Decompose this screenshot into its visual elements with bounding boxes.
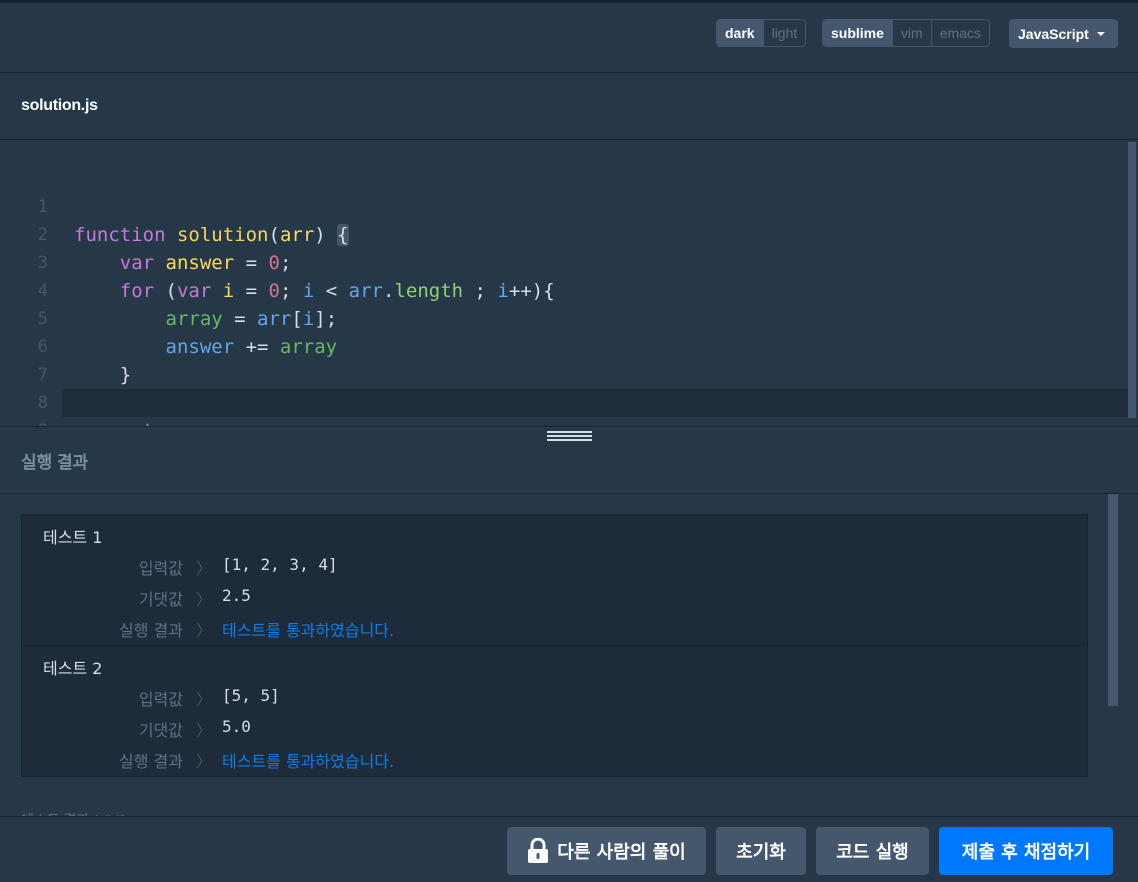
code-line: 5 answer += array [0, 277, 1128, 358]
input-label: 입력값 [138, 690, 183, 709]
test-title: 테스트 2 [43, 659, 103, 678]
file-tab-bar: solution.js [0, 72, 1138, 140]
theme-light-button[interactable]: light [763, 20, 806, 46]
test-title: 테스트 1 [43, 528, 103, 547]
results-header: 실행 결과 [0, 426, 1138, 494]
test-results-list: 테스트 1 입력값 〉 [1, 2, 3, 4] 기댓값 〉 2.5 실행 결과… [21, 514, 1088, 777]
others-solution-label: 다른 사람의 풀이 [557, 842, 686, 863]
others-solution-button[interactable]: 다른 사람의 풀이 [507, 827, 706, 875]
result-label: 실행 결과 [119, 752, 183, 771]
result-label: 실행 결과 [119, 621, 183, 640]
expected-label: 기댓값 [138, 590, 183, 609]
resize-handle-icon[interactable] [547, 431, 592, 443]
result-value: 테스트를 통과하였습니다. [222, 752, 395, 771]
input-label: 입력값 [138, 559, 183, 578]
code-editor[interactable]: 1 function solution(arr) { 2 var answer … [0, 140, 1138, 470]
code-line: 1 function solution(arr) { [0, 165, 1128, 246]
language-label: JavaScript [1018, 25, 1089, 42]
reset-button[interactable]: 초기화 [716, 827, 806, 875]
top-toolbar: dark light sublime vim emacs JavaScript [0, 0, 1138, 72]
code-line: 6 } [0, 305, 1128, 386]
expected-value: 2.5 [222, 586, 251, 605]
code-line-current: 9 } [38, 389, 1128, 470]
input-value: [5, 5] [222, 686, 280, 705]
language-select[interactable]: JavaScript [1009, 19, 1118, 48]
editor-scrollbar[interactable] [1128, 142, 1136, 418]
results-scrollbar[interactable] [1108, 494, 1118, 706]
keymap-toggle: sublime vim emacs [822, 19, 990, 47]
theme-dark-button[interactable]: dark [717, 20, 764, 46]
run-code-button[interactable]: 코드 실행 [816, 827, 929, 875]
theme-toggle: dark light [716, 19, 807, 47]
results-title: 실행 결과 [21, 453, 89, 472]
code-line: 4 array = arr[i]; [0, 249, 1128, 330]
keymap-vim-button[interactable]: vim [892, 20, 932, 46]
test-case: 테스트 2 입력값 〉 [5, 5] 기댓값 〉 5.0 실행 결과 〉 테스트… [22, 646, 1087, 777]
results-panel: 테스트 1 입력값 〉 [1, 2, 3, 4] 기댓값 〉 2.5 실행 결과… [0, 494, 1138, 828]
code-line: 3 for (var i = 0; i < arr.length ; i++){ [0, 221, 1128, 302]
line-number: 8 [37, 393, 48, 413]
chevron-right-icon: 〉 [196, 752, 213, 771]
chevron-right-icon: 〉 [196, 621, 213, 640]
chevron-right-icon: 〉 [196, 690, 213, 709]
submit-button[interactable]: 제출 후 채점하기 [939, 827, 1113, 875]
result-value: 테스트를 통과하였습니다. [222, 621, 395, 640]
expected-value: 5.0 [222, 717, 251, 736]
expected-label: 기댓값 [138, 721, 183, 740]
code-line: 7 return answer/arr.length [0, 333, 1128, 414]
keymap-emacs-button[interactable]: emacs [931, 20, 989, 46]
lock-icon [528, 838, 549, 863]
file-name: solution.js [21, 97, 98, 114]
caret-down-icon [1096, 31, 1105, 36]
action-bar: 다른 사람의 풀이 초기화 코드 실행 제출 후 채점하기 [0, 816, 1138, 882]
input-value: [1, 2, 3, 4] [222, 555, 338, 574]
code-line: 2 var answer = 0; [0, 193, 1128, 274]
chevron-right-icon: 〉 [196, 559, 213, 578]
test-case: 테스트 1 입력값 〉 [1, 2, 3, 4] 기댓값 〉 2.5 실행 결과… [22, 515, 1087, 646]
keymap-sublime-button[interactable]: sublime [823, 20, 893, 46]
chevron-right-icon: 〉 [196, 590, 213, 609]
chevron-right-icon: 〉 [196, 721, 213, 740]
code-line: 8 return answer; [0, 361, 1128, 442]
